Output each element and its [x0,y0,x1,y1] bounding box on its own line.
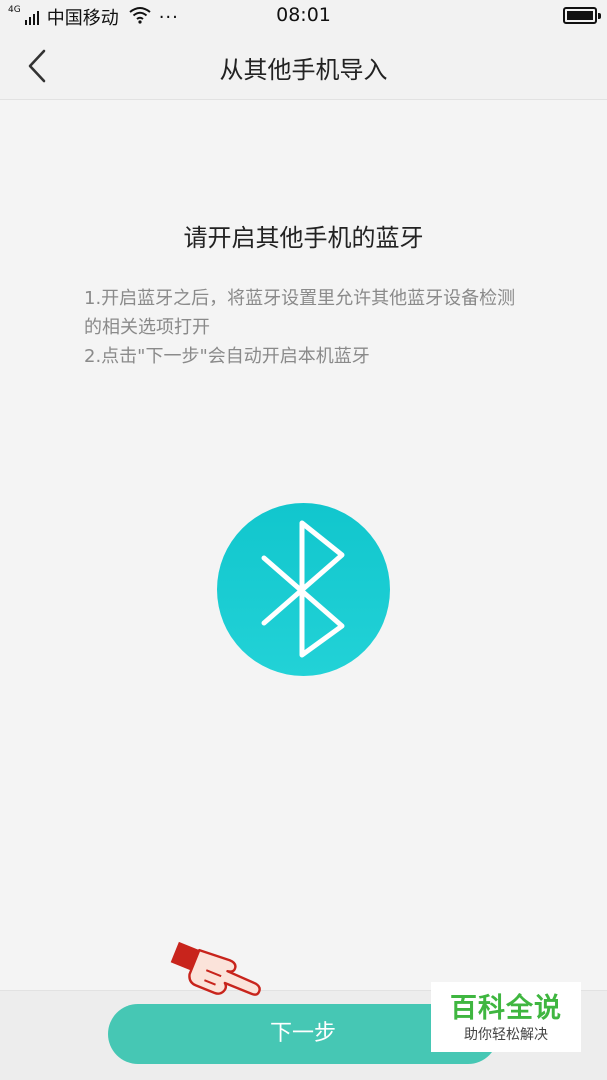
instructions: 1.开启蓝牙之后，将蓝牙设置里允许其他蓝牙设备检测的相关选项打开 2.点击"下一… [84,284,529,371]
watermark-logo: 百科全说 助你轻松解决 [431,982,581,1052]
main-heading: 请开启其他手机的蓝牙 [183,224,424,252]
instruction-2: 2.点击"下一步"会自动开启本机蓝牙 [84,346,370,367]
status-time: 08:01 [276,4,331,26]
app-header: 从其他手机导入 [0,32,607,100]
watermark-subtitle: 助你轻松解决 [464,1027,548,1043]
bluetooth-badge [217,503,390,676]
bluetooth-icon [261,520,345,658]
status-bar: 4G 中国移动 ··· 08:01 [0,0,607,32]
battery-icon [563,7,601,24]
watermark-title: 百科全说 [450,993,562,1024]
pointing-hand-icon [160,938,270,1018]
instruction-1: 1.开启蓝牙之后，将蓝牙设置里允许其他蓝牙设备检测的相关选项打开 [84,288,516,338]
page-title: 从其他手机导入 [219,56,388,84]
